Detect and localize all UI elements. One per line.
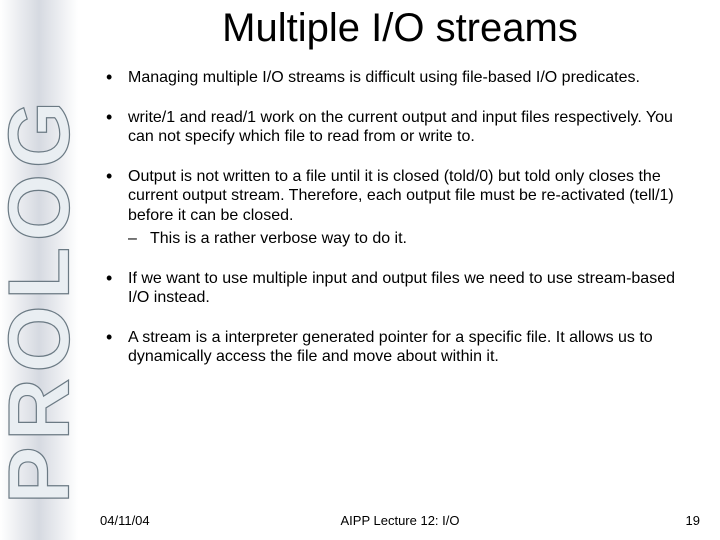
bullet-item: A stream is a interpreter generated poin… bbox=[106, 328, 694, 367]
bullet-item: write/1 and read/1 work on the current o… bbox=[106, 108, 694, 147]
bullet-list: Managing multiple I/O streams is difficu… bbox=[106, 68, 694, 367]
bullet-item: Managing multiple I/O streams is difficu… bbox=[106, 68, 694, 88]
bullet-text: write/1 and read/1 work on the current o… bbox=[128, 109, 673, 146]
sub-bullet-item: This is a rather verbose way to do it. bbox=[128, 229, 694, 249]
footer: 04/11/04 AIPP Lecture 12: I/O 19 bbox=[100, 513, 700, 528]
bullet-text: Managing multiple I/O streams is difficu… bbox=[128, 69, 640, 86]
slide: PROLOG Multiple I/O streams Managing mul… bbox=[0, 0, 720, 540]
sub-bullet-list: This is a rather verbose way to do it. bbox=[128, 229, 694, 249]
bullet-text: If we want to use multiple input and out… bbox=[128, 270, 675, 307]
footer-center: AIPP Lecture 12: I/O bbox=[100, 513, 700, 528]
bullet-item: If we want to use multiple input and out… bbox=[106, 269, 694, 308]
side-gradient bbox=[0, 0, 78, 540]
bullet-text: Output is not written to a file until it… bbox=[128, 168, 674, 224]
slide-title: Multiple I/O streams bbox=[100, 6, 700, 51]
bullet-text: A stream is a interpreter generated poin… bbox=[128, 329, 653, 366]
bullet-item: Output is not written to a file until it… bbox=[106, 167, 694, 249]
sub-bullet-text: This is a rather verbose way to do it. bbox=[150, 230, 407, 247]
slide-body: Managing multiple I/O streams is difficu… bbox=[106, 68, 694, 387]
